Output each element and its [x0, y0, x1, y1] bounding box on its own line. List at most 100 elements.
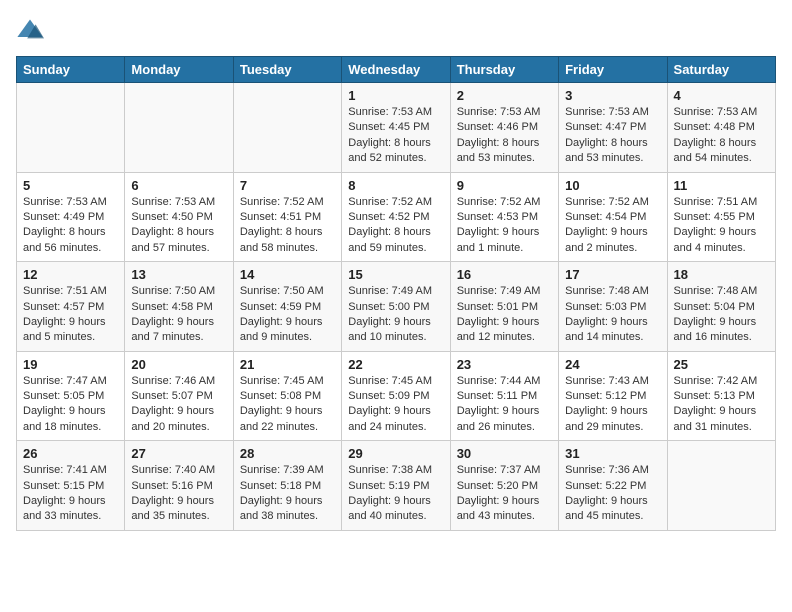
table-row: 25Sunrise: 7:42 AM Sunset: 5:13 PM Dayli…	[667, 351, 775, 441]
col-wednesday: Wednesday	[342, 57, 450, 83]
day-info: Sunrise: 7:44 AM Sunset: 5:11 PM Dayligh…	[457, 374, 552, 436]
table-row: 31Sunrise: 7:36 AM Sunset: 5:22 PM Dayli…	[559, 441, 667, 531]
table-row: 12Sunrise: 7:51 AM Sunset: 4:57 PM Dayli…	[17, 262, 125, 352]
day-info: Sunrise: 7:39 AM Sunset: 5:18 PM Dayligh…	[240, 463, 335, 525]
calendar-week-row: 26 Sunrise: 7:41 AM Sunset: 5:15 PM Dayli…	[17, 441, 776, 531]
table-row: 2 Sunrise: 7:53 AM Sunset: 4:46 PM Daylig…	[450, 83, 558, 173]
day-info: Sunrise: 7:38 AM Sunset: 5:19 PM Dayligh…	[348, 463, 443, 525]
day-number: 4	[674, 88, 769, 103]
day-info: Sunrise: 7:49 AM Sunset: 5:01 PM Dayligh…	[457, 284, 552, 346]
day-number: 17	[565, 267, 660, 282]
table-row: 29 Sunrise: 7:38 AM Sunset: 5:19 PM Dayli…	[342, 441, 450, 531]
day-info: Sunrise: 7:53 AM Sunset: 4:47 PM Dayligh…	[565, 105, 660, 167]
table-row: 13 Sunrise: 7:50 AM Sunset: 4:58 PM Dayli…	[125, 262, 233, 352]
table-row: 14 Sunrise: 7:50 AM Sunset: 4:59 PM Dayli…	[233, 262, 341, 352]
day-info: Sunrise: 7:43 AM Sunset: 5:12 PM Dayligh…	[565, 374, 660, 436]
col-monday: Monday	[125, 57, 233, 83]
day-number: 28	[240, 446, 335, 461]
table-row: 19 Sunrise: 7:47 AM Sunset: 5:05 PM Dayli…	[17, 351, 125, 441]
col-friday: Friday	[559, 57, 667, 83]
day-info: Sunrise: 7:45 AM Sunset: 5:09 PM Dayligh…	[348, 374, 443, 436]
day-number: 25	[674, 357, 769, 372]
day-number: 15	[348, 267, 443, 282]
day-number: 21	[240, 357, 335, 372]
day-number: 6	[131, 178, 226, 193]
day-info: Sunrise: 7:53 AM Sunset: 4:48 PM Dayligh…	[674, 105, 769, 167]
day-number: 7	[240, 178, 335, 193]
day-number: 18	[674, 267, 769, 282]
day-info: Sunrise: 7:50 AM Sunset: 4:58 PM Dayligh…	[131, 284, 226, 346]
day-info: Sunrise: 7:36 AM Sunset: 5:22 PM Dayligh…	[565, 463, 660, 525]
day-info: Sunrise: 7:53 AM Sunset: 4:45 PM Dayligh…	[348, 105, 443, 167]
day-info: Sunrise: 7:52 AM Sunset: 4:51 PM Dayligh…	[240, 195, 335, 257]
table-row: 28 Sunrise: 7:39 AM Sunset: 5:18 PM Dayli…	[233, 441, 341, 531]
day-number: 14	[240, 267, 335, 282]
day-number: 13	[131, 267, 226, 282]
table-row: 16 Sunrise: 7:49 AM Sunset: 5:01 PM Dayli…	[450, 262, 558, 352]
day-info: Sunrise: 7:47 AM Sunset: 5:05 PM Dayligh…	[23, 374, 118, 436]
col-saturday: Saturday	[667, 57, 775, 83]
day-number: 27	[131, 446, 226, 461]
header	[16, 16, 776, 44]
table-row: 11 Sunrise: 7:51 AM Sunset: 4:55 PM Dayli…	[667, 172, 775, 262]
logo	[16, 16, 48, 44]
day-info: Sunrise: 7:41 AM Sunset: 5:15 PM Dayligh…	[23, 463, 118, 525]
day-info: Sunrise: 7:46 AM Sunset: 5:07 PM Dayligh…	[131, 374, 226, 436]
calendar-week-row: 12Sunrise: 7:51 AM Sunset: 4:57 PM Dayli…	[17, 262, 776, 352]
table-row: 24 Sunrise: 7:43 AM Sunset: 5:12 PM Dayli…	[559, 351, 667, 441]
day-number: 16	[457, 267, 552, 282]
table-row	[17, 83, 125, 173]
table-row: 20 Sunrise: 7:46 AM Sunset: 5:07 PM Dayli…	[125, 351, 233, 441]
col-sunday: Sunday	[17, 57, 125, 83]
day-info: Sunrise: 7:40 AM Sunset: 5:16 PM Dayligh…	[131, 463, 226, 525]
day-info: Sunrise: 7:52 AM Sunset: 4:54 PM Dayligh…	[565, 195, 660, 257]
day-info: Sunrise: 7:50 AM Sunset: 4:59 PM Dayligh…	[240, 284, 335, 346]
table-row: 30 Sunrise: 7:37 AM Sunset: 5:20 PM Dayli…	[450, 441, 558, 531]
table-row	[667, 441, 775, 531]
day-number: 26	[23, 446, 118, 461]
day-info: Sunrise: 7:53 AM Sunset: 4:50 PM Dayligh…	[131, 195, 226, 257]
day-number: 24	[565, 357, 660, 372]
table-row: 26 Sunrise: 7:41 AM Sunset: 5:15 PM Dayli…	[17, 441, 125, 531]
table-row: 5 Sunrise: 7:53 AM Sunset: 4:49 PM Daylig…	[17, 172, 125, 262]
day-number: 10	[565, 178, 660, 193]
calendar-week-row: 5 Sunrise: 7:53 AM Sunset: 4:49 PM Daylig…	[17, 172, 776, 262]
day-info: Sunrise: 7:48 AM Sunset: 5:03 PM Dayligh…	[565, 284, 660, 346]
day-info: Sunrise: 7:53 AM Sunset: 4:49 PM Dayligh…	[23, 195, 118, 257]
table-row: 3 Sunrise: 7:53 AM Sunset: 4:47 PM Daylig…	[559, 83, 667, 173]
day-info: Sunrise: 7:52 AM Sunset: 4:52 PM Dayligh…	[348, 195, 443, 257]
day-number: 3	[565, 88, 660, 103]
day-info: Sunrise: 7:49 AM Sunset: 5:00 PM Dayligh…	[348, 284, 443, 346]
day-number: 1	[348, 88, 443, 103]
table-row: 17 Sunrise: 7:48 AM Sunset: 5:03 PM Dayli…	[559, 262, 667, 352]
day-number: 19	[23, 357, 118, 372]
calendar-week-row: 19 Sunrise: 7:47 AM Sunset: 5:05 PM Dayli…	[17, 351, 776, 441]
day-info: Sunrise: 7:52 AM Sunset: 4:53 PM Dayligh…	[457, 195, 552, 257]
day-info: Sunrise: 7:37 AM Sunset: 5:20 PM Dayligh…	[457, 463, 552, 525]
calendar-week-row: 1 Sunrise: 7:53 AM Sunset: 4:45 PM Daylig…	[17, 83, 776, 173]
day-info: Sunrise: 7:53 AM Sunset: 4:46 PM Dayligh…	[457, 105, 552, 167]
day-number: 2	[457, 88, 552, 103]
table-row	[125, 83, 233, 173]
day-number: 20	[131, 357, 226, 372]
day-info: Sunrise: 7:45 AM Sunset: 5:08 PM Dayligh…	[240, 374, 335, 436]
day-number: 22	[348, 357, 443, 372]
day-number: 8	[348, 178, 443, 193]
calendar-table: Sunday Monday Tuesday Wednesday Thursday…	[16, 56, 776, 531]
table-row: 1 Sunrise: 7:53 AM Sunset: 4:45 PM Daylig…	[342, 83, 450, 173]
day-number: 11	[674, 178, 769, 193]
day-number: 29	[348, 446, 443, 461]
table-row: 15 Sunrise: 7:49 AM Sunset: 5:00 PM Dayli…	[342, 262, 450, 352]
table-row: 6 Sunrise: 7:53 AM Sunset: 4:50 PM Daylig…	[125, 172, 233, 262]
day-number: 30	[457, 446, 552, 461]
table-row: 8 Sunrise: 7:52 AM Sunset: 4:52 PM Daylig…	[342, 172, 450, 262]
table-row: 9Sunrise: 7:52 AM Sunset: 4:53 PM Daylig…	[450, 172, 558, 262]
day-info: Sunrise: 7:48 AM Sunset: 5:04 PM Dayligh…	[674, 284, 769, 346]
table-row	[233, 83, 341, 173]
logo-icon	[16, 16, 44, 44]
day-number: 12	[23, 267, 118, 282]
table-row: 21 Sunrise: 7:45 AM Sunset: 5:08 PM Dayli…	[233, 351, 341, 441]
table-row: 27 Sunrise: 7:40 AM Sunset: 5:16 PM Dayli…	[125, 441, 233, 531]
day-number: 5	[23, 178, 118, 193]
day-info: Sunrise: 7:51 AM Sunset: 4:55 PM Dayligh…	[674, 195, 769, 257]
